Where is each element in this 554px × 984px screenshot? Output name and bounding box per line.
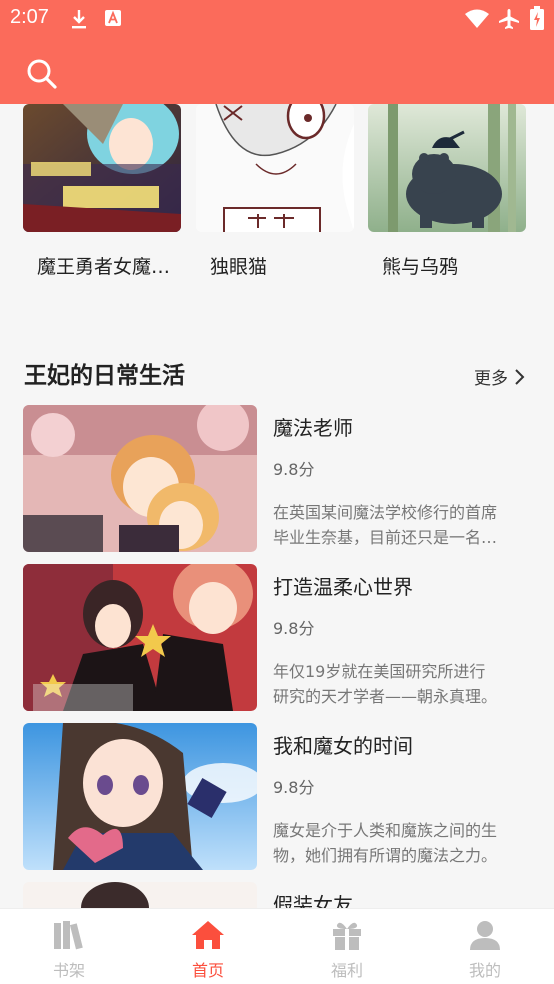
profile-icon	[470, 921, 500, 950]
bookshelf-icon	[54, 921, 83, 950]
book-title: 魔王勇者女魔法使	[37, 256, 187, 278]
nav-label: 福利	[330, 961, 363, 980]
book-cover	[23, 104, 181, 232]
status-bar: 2:07	[0, 0, 554, 40]
book-description: 在英国某间魔法学校修行的首席毕业生奈基，目前还只是一名十岁的少年。	[273, 503, 498, 547]
book-title: 独眼猫	[210, 256, 268, 278]
nav-label: 书架	[52, 961, 85, 980]
book-title: 熊与乌鸦	[382, 256, 459, 278]
book-name: 我和魔女的时间	[273, 734, 413, 758]
book-name: 打造温柔心世界	[273, 575, 413, 599]
wifi-icon	[465, 9, 489, 28]
list-item[interactable]: 魔法老师 9.8分 在英国某间魔法学校修行的首席毕业生奈基，目前还只是一名十岁的…	[0, 404, 554, 552]
book-cover	[196, 104, 354, 232]
book-card[interactable]: 独眼猫	[196, 104, 354, 278]
bottom-nav: 书架 首页 福利 我的	[0, 908, 554, 984]
book-thumbnail	[23, 564, 257, 711]
download-icon	[72, 10, 86, 29]
book-score: 9.8分	[273, 619, 315, 638]
nav-label: 我的	[468, 961, 501, 980]
book-description: 魔女是介于人类和魔族之间的生物，她们拥有所谓的魔法之力。	[273, 821, 498, 865]
battery-icon	[530, 6, 544, 30]
nav-tab-home[interactable]: 首页	[139, 909, 277, 984]
nav-tab-welfare[interactable]: 福利	[278, 909, 416, 984]
search-icon[interactable]	[24, 56, 60, 92]
app-screen: 2:07 魔王勇者女魔法使 独眼猫 熊与乌鸦 王妃的日常生活 更多 魔法老师 9…	[0, 0, 554, 984]
book-score: 9.8分	[273, 778, 315, 797]
book-cover	[368, 104, 526, 232]
gift-icon	[333, 922, 361, 950]
list-item[interactable]: 打造温柔心世界 9.8分 年仅19岁就在美国研究所进行研究的天才学者——朝永真理…	[0, 563, 554, 711]
status-time: 2:07	[10, 6, 49, 28]
more-button[interactable]: 更多	[474, 364, 526, 389]
book-card[interactable]: 熊与乌鸦	[368, 104, 526, 278]
more-label: 更多	[474, 369, 508, 389]
section-title: 王妃的日常生活	[24, 363, 185, 389]
apk-icon	[105, 10, 121, 26]
chevron-right-icon	[515, 368, 525, 385]
book-name: 魔法老师	[273, 416, 353, 440]
airplane-icon	[499, 9, 519, 29]
app-bar: 2:07	[0, 0, 554, 104]
home-icon	[192, 921, 224, 949]
nav-label: 首页	[191, 961, 224, 980]
book-score: 9.8分	[273, 460, 315, 479]
book-thumbnail	[23, 405, 257, 552]
nav-tab-bookshelf[interactable]: 书架	[0, 909, 138, 984]
book-thumbnail	[23, 723, 257, 870]
list-item[interactable]: 我和魔女的时间 9.8分 魔女是介于人类和魔族之间的生物，她们拥有所谓的魔法之力…	[0, 722, 554, 870]
nav-tab-profile[interactable]: 我的	[416, 909, 554, 984]
top-book-row: 魔王勇者女魔法使 独眼猫 熊与乌鸦	[0, 104, 554, 284]
book-description: 年仅19岁就在美国研究所进行研究的天才学者——朝永真理。	[273, 662, 498, 706]
book-card[interactable]: 魔王勇者女魔法使	[23, 104, 187, 278]
